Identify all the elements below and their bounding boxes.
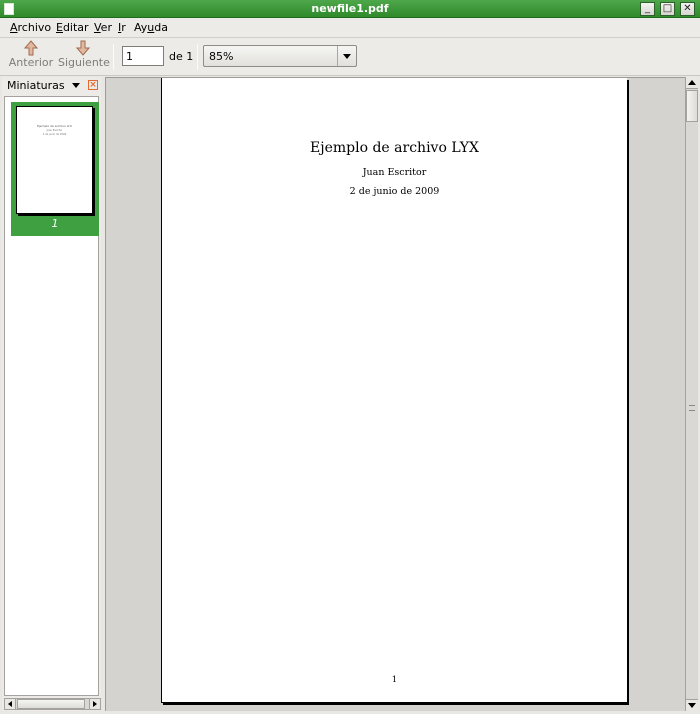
sidebar-horizontal-scrollbar[interactable] xyxy=(4,698,101,710)
side-pane-title[interactable]: Miniaturas xyxy=(7,79,65,92)
menu-bar: Archivo Editar Ver Ir Ayuda xyxy=(0,18,700,38)
chevron-down-icon[interactable] xyxy=(72,83,80,88)
thumbnail-page-number: 1 xyxy=(51,217,59,230)
zoom-value: 85% xyxy=(209,50,234,63)
document-author: Juan Escritor xyxy=(362,167,427,178)
scroll-down-icon[interactable] xyxy=(686,699,698,711)
document-page-number: 1 xyxy=(391,675,398,685)
page-number-input[interactable] xyxy=(122,46,164,66)
scroll-right-icon[interactable] xyxy=(89,699,100,709)
zoom-select[interactable]: 85% xyxy=(203,45,357,67)
minimize-icon: _ xyxy=(645,3,650,14)
document-date: 2 de junio de 2009 xyxy=(349,186,440,197)
document-page: Ejemplo de archivo LYX Juan Escritor 2 d… xyxy=(161,78,627,703)
toolbar-separator xyxy=(113,44,114,70)
menu-editar[interactable]: Editar xyxy=(56,21,89,34)
thumbnail-title-line: Ejemplo de archivo LYX xyxy=(37,124,72,128)
thumbnail-date-line: 2 de junio de 2009 xyxy=(42,133,67,136)
side-pane-header: Miniaturas × xyxy=(2,77,101,94)
menu-ir[interactable]: Ir xyxy=(118,21,126,34)
close-button[interactable]: ✕ xyxy=(680,2,695,16)
scroll-left-icon[interactable] xyxy=(5,699,16,709)
next-page-button[interactable]: Siguiente xyxy=(58,40,110,74)
side-pane: Miniaturas × Ejemplo de archivo LYX Juan… xyxy=(2,77,101,711)
menu-ver[interactable]: Ver xyxy=(94,21,112,34)
toolbar: Anterior Siguiente de 1 85% xyxy=(0,38,700,76)
thumbnail-page: Ejemplo de archivo LYX Juan Escritor 2 d… xyxy=(16,106,93,214)
maximize-icon: □ xyxy=(662,3,673,14)
previous-page-label: Anterior xyxy=(8,56,54,69)
thumbnail-item[interactable]: Ejemplo de archivo LYX Juan Escritor 2 d… xyxy=(11,102,99,236)
document-vertical-scrollbar[interactable] xyxy=(685,77,698,711)
menu-ayuda[interactable]: Ayuda xyxy=(134,21,168,34)
maximize-button[interactable]: □ xyxy=(660,2,675,16)
thumbnails-list[interactable]: Ejemplo de archivo LYX Juan Escritor 2 d… xyxy=(4,96,99,696)
document-title: Ejemplo de archivo LYX xyxy=(310,140,479,156)
window-titlebar[interactable]: newfile1.pdf _ □ ✕ xyxy=(0,0,700,18)
scrollbar-thumb[interactable] xyxy=(686,90,698,122)
toolbar-separator xyxy=(197,44,198,70)
thumbnail-author-line: Juan Escritor xyxy=(46,129,63,132)
arrow-down-icon xyxy=(76,40,90,56)
window-title: newfile1.pdf xyxy=(311,2,389,15)
scrollbar-thumb[interactable] xyxy=(17,699,85,709)
previous-page-button[interactable]: Anterior xyxy=(8,40,54,74)
minimize-button[interactable]: _ xyxy=(640,2,655,16)
next-page-label: Siguiente xyxy=(58,56,110,69)
close-sidebar-icon[interactable]: × xyxy=(88,80,98,90)
document-view[interactable]: Ejemplo de archivo LYX Juan Escritor 2 d… xyxy=(105,77,685,711)
menu-archivo[interactable]: Archivo xyxy=(10,21,51,34)
arrow-up-icon xyxy=(24,40,38,56)
scroll-up-icon[interactable] xyxy=(686,77,698,89)
close-icon: ✕ xyxy=(683,3,692,14)
scrollbar-grip-icon xyxy=(689,405,695,411)
page-count-label: de 1 xyxy=(169,50,194,63)
chevron-down-icon[interactable] xyxy=(337,46,356,66)
